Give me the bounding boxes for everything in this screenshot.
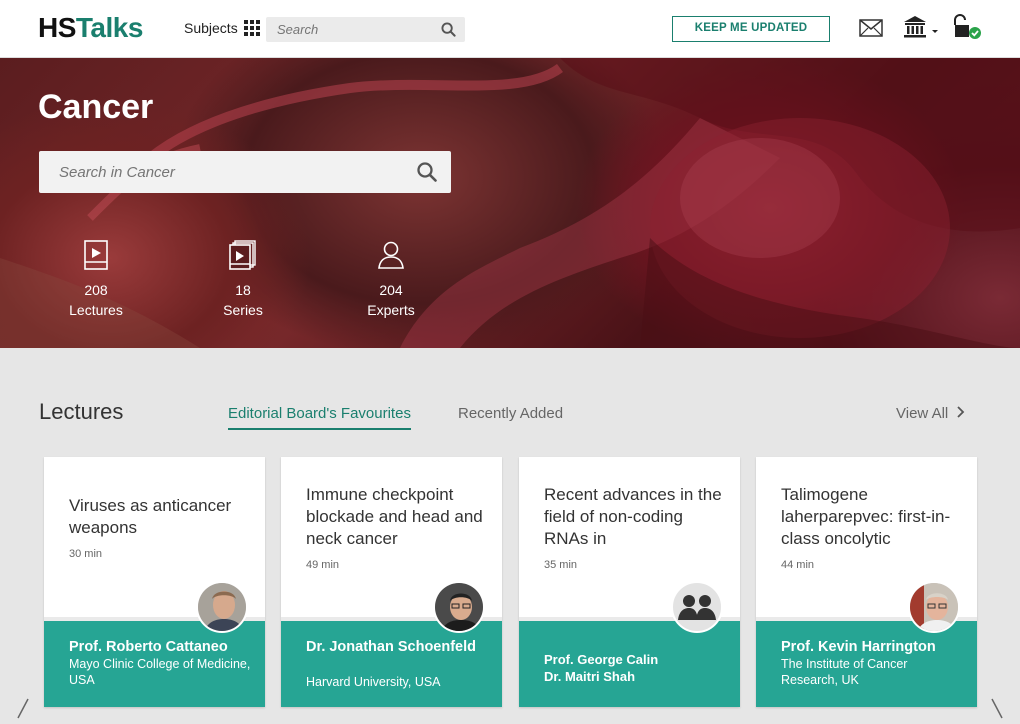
- subjects-menu[interactable]: Subjects: [184, 20, 260, 36]
- carousel-prev-arrow-icon[interactable]: [16, 698, 30, 724]
- subjects-label: Subjects: [184, 20, 238, 36]
- series-icon: [229, 240, 256, 270]
- tab-editorial-favourites[interactable]: Editorial Board's Favourites: [228, 405, 411, 430]
- lecture-title: Talimogene laherparepvec: first-in-class…: [781, 485, 951, 548]
- lecture-title: Immune checkpoint blockade and head and …: [306, 485, 483, 548]
- unlocked-access-icon[interactable]: [951, 14, 983, 45]
- tab-recently-added[interactable]: Recently Added: [458, 405, 563, 422]
- search-icon[interactable]: [441, 22, 456, 42]
- mail-icon[interactable]: [859, 19, 883, 42]
- lecture-card[interactable]: Immune checkpoint blockade and head and …: [281, 457, 502, 707]
- speaker-name: Dr. Jonathan Schoenfeld: [306, 639, 476, 655]
- hstalks-logo[interactable]: HSTalks: [38, 12, 143, 44]
- speaker-avatar: [196, 581, 248, 633]
- grid-icon: [243, 20, 260, 36]
- search-icon[interactable]: [417, 162, 437, 187]
- lecture-duration: 49 min: [306, 559, 340, 571]
- lecture-card[interactable]: Talimogene laherparepvec: first-in-class…: [756, 457, 977, 707]
- group-speakers-avatar: [671, 581, 723, 633]
- logo-talks: Talks: [75, 12, 144, 43]
- page-title: Cancer: [38, 88, 154, 126]
- keep-me-updated-button[interactable]: KEEP ME UPDATED: [672, 16, 830, 42]
- hero-banner: Cancer 208 Lectures 18 Series 204 Expert…: [0, 58, 1020, 348]
- stat-series[interactable]: 18 Series: [198, 240, 288, 320]
- stat-lectures-count: 208: [84, 282, 108, 298]
- lecture-card[interactable]: Recent advances in the field of non-codi…: [519, 457, 740, 707]
- view-all-label: View All: [896, 405, 949, 422]
- chevron-right-icon: [957, 406, 965, 418]
- speaker-names: Prof. George Calin Dr. Maitri Shah: [544, 651, 658, 685]
- speaker-avatar: [433, 581, 485, 633]
- group-icon: [678, 595, 716, 620]
- stat-series-count: 18: [235, 282, 251, 298]
- stat-experts[interactable]: 204 Experts: [346, 240, 436, 320]
- lectures-section-title: Lectures: [39, 399, 124, 424]
- lecture-title: Recent advances in the field of non-codi…: [544, 485, 722, 548]
- lecture-card[interactable]: Viruses as anticancer weapons 30 min Pro…: [44, 457, 265, 707]
- topic-search-box: [39, 151, 451, 193]
- expert-icon: [378, 241, 404, 269]
- lecture-duration: 35 min: [544, 559, 578, 571]
- stat-series-label: Series: [223, 302, 263, 318]
- institution-icon[interactable]: [903, 15, 943, 44]
- logo-hs: HS: [38, 12, 76, 43]
- topic-search-input[interactable]: [39, 151, 399, 193]
- speaker-institution: Mayo Clinic College of Medicine, USA: [69, 657, 251, 687]
- lecture-duration: 30 min: [69, 548, 103, 560]
- speaker-institution: The Institute of Cancer Research, UK: [781, 657, 908, 687]
- stat-experts-label: Experts: [367, 302, 415, 318]
- stat-lectures-label: Lectures: [69, 302, 123, 318]
- speaker-avatar: [908, 581, 960, 633]
- speaker-name: Prof. George Calin: [544, 652, 659, 667]
- stat-experts-count: 204: [379, 282, 403, 298]
- top-search-input[interactable]: [266, 17, 431, 42]
- top-search-box: [266, 17, 465, 42]
- speaker-name: Prof. Roberto Cattaneo: [69, 639, 228, 655]
- stat-lectures[interactable]: 208 Lectures: [51, 240, 141, 320]
- carousel-next-arrow-icon[interactable]: [990, 698, 1004, 724]
- lecture-duration: 44 min: [781, 559, 815, 571]
- lecture-title: Viruses as anticancer weapons: [69, 496, 232, 537]
- top-navigation-bar: HSTalks Subjects KEEP ME UPDATED: [0, 0, 1020, 58]
- view-all-link[interactable]: View All: [896, 405, 965, 422]
- speaker-name: Dr. Maitri Shah: [544, 669, 636, 684]
- speaker-name: Prof. Kevin Harrington: [781, 639, 936, 655]
- speaker-institution: Harvard University, USA: [306, 675, 441, 689]
- lecture-icon: [84, 240, 108, 270]
